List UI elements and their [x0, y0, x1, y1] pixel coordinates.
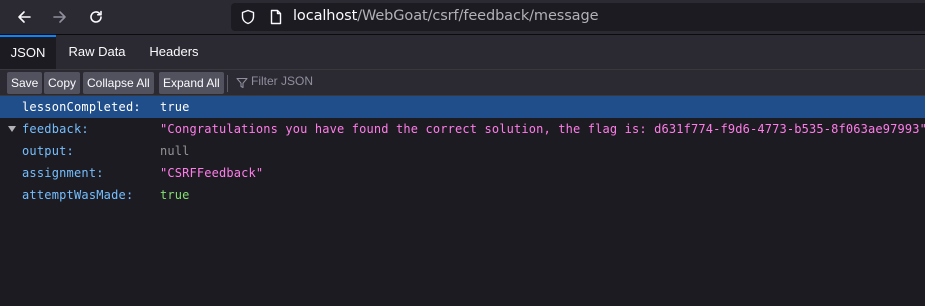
collapse-all-button[interactable]: Collapse All	[83, 72, 154, 94]
json-row-output[interactable]: output: null	[0, 140, 925, 162]
copy-button[interactable]: Copy	[44, 72, 81, 94]
tab-json[interactable]: JSON	[0, 35, 56, 69]
url-text[interactable]: localhost/WebGoat/csrf/feedback/message	[293, 8, 598, 24]
json-row-assignment[interactable]: assignment: "CSRFFeedback"	[0, 162, 925, 184]
json-row-attempt-was-made[interactable]: attemptWasMade: true	[0, 184, 925, 206]
tab-raw-data[interactable]: Raw Data	[58, 35, 136, 69]
json-key: lessonCompleted:	[22, 100, 141, 114]
json-value: "CSRFFeedback"	[160, 166, 264, 180]
json-value: true	[160, 188, 190, 202]
json-value: "Congratulations you have found the corr…	[160, 122, 925, 136]
json-row-feedback[interactable]: feedback: "Congratulations you have foun…	[0, 118, 925, 140]
json-key: feedback:	[22, 122, 89, 136]
save-button[interactable]: Save	[7, 72, 43, 94]
reload-icon	[90, 10, 102, 23]
json-tree: lessonCompleted: true feedback: "Congrat…	[0, 96, 925, 306]
back-button[interactable]	[7, 0, 41, 34]
json-key: attemptWasMade:	[22, 188, 134, 202]
expand-toggle-icon[interactable]	[8, 126, 16, 132]
page-icon[interactable]	[268, 9, 284, 25]
filter-json-input[interactable]: Filter JSON	[251, 74, 313, 88]
url-path: /WebGoat/csrf/feedback/message	[357, 8, 599, 24]
url-host: localhost	[293, 8, 358, 24]
tab-headers[interactable]: Headers	[140, 35, 208, 69]
viewer-tabbar: JSON Raw Data Headers	[0, 34, 925, 69]
arrow-right-icon	[53, 11, 66, 23]
json-toolbar: Save Copy Collapse All Expand All Filter…	[0, 69, 925, 96]
reload-button[interactable]	[79, 0, 113, 34]
filter-icon	[236, 77, 248, 89]
expand-all-button[interactable]: Expand All	[159, 72, 224, 94]
forward-button[interactable]	[43, 0, 77, 34]
browser-navbar: localhost/WebGoat/csrf/feedback/message	[0, 0, 925, 34]
json-value: null	[160, 144, 190, 158]
json-key: output:	[22, 144, 74, 158]
shield-icon[interactable]	[240, 9, 256, 25]
json-row-lesson-completed[interactable]: lessonCompleted: true	[0, 96, 925, 118]
json-value: true	[160, 100, 190, 114]
arrow-left-icon	[18, 11, 31, 23]
json-key: assignment:	[22, 166, 104, 180]
address-bar[interactable]: localhost/WebGoat/csrf/feedback/message	[231, 3, 925, 31]
toolbar-divider	[227, 75, 228, 92]
